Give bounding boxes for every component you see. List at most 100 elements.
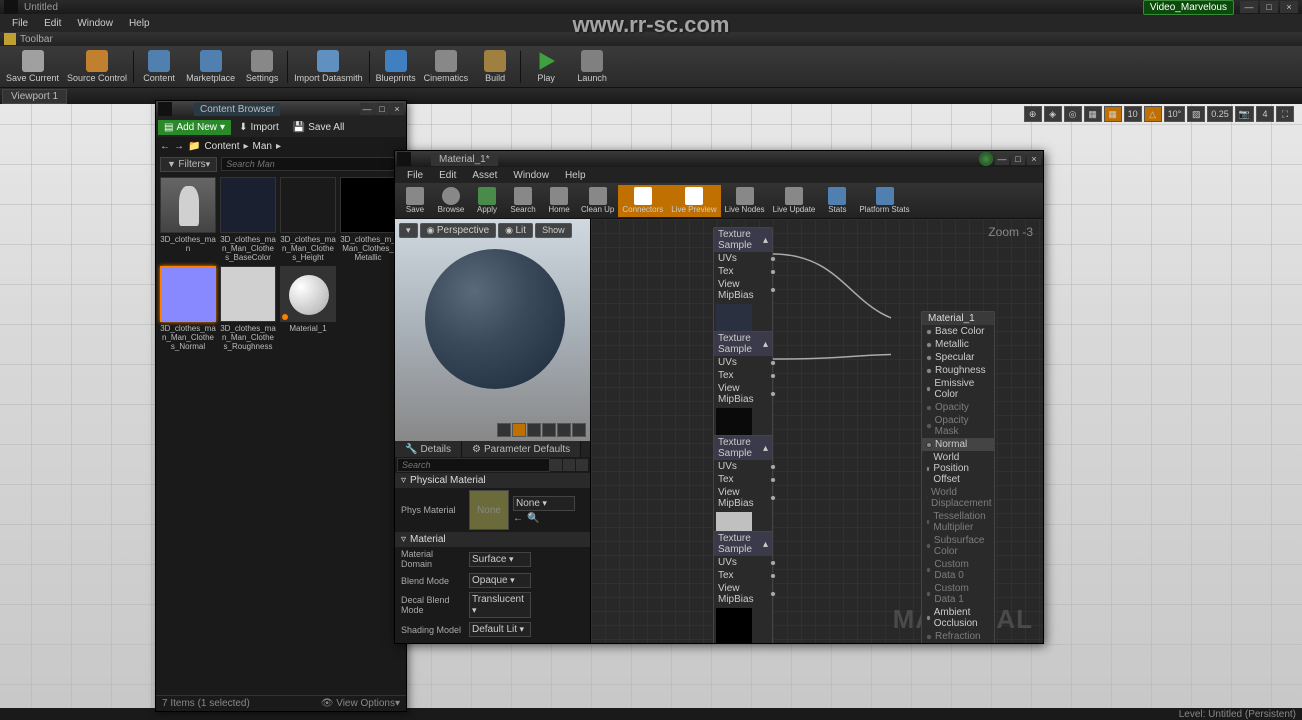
me-menu-file[interactable]: File (399, 170, 431, 181)
shape-mesh-button[interactable] (557, 423, 571, 437)
shape-sphere-button[interactable] (512, 423, 526, 437)
asset-item[interactable]: 3D_clothes_man_Man_Clothes_Normal (160, 266, 216, 351)
save-current-button[interactable]: Save Current (2, 48, 63, 86)
details-search-input[interactable] (397, 458, 550, 472)
texture-sample-node[interactable]: Texture Sample▴ UVs Tex View MipBias (713, 331, 773, 447)
me-stats-button[interactable]: Stats (819, 185, 855, 217)
decal-blend-dropdown[interactable]: Translucent ▾ (469, 592, 531, 618)
search-eye-icon[interactable] (563, 459, 575, 471)
me-apply-button[interactable]: Apply (469, 185, 505, 217)
marketplace-button[interactable]: Marketplace (182, 48, 239, 86)
shape-plane-button[interactable] (527, 423, 541, 437)
maximize-button[interactable]: □ (1260, 1, 1278, 13)
me-close-button[interactable]: × (1027, 153, 1041, 165)
play-button[interactable]: Play (523, 48, 569, 86)
cb-maximize-button[interactable]: □ (375, 103, 389, 115)
phys-back-icon[interactable]: ← (513, 513, 523, 524)
cb-tab[interactable]: Content Browser (194, 103, 280, 116)
settings-button[interactable]: Settings (239, 48, 285, 86)
material-domain-dropdown[interactable]: Surface ▾ (469, 552, 531, 567)
cb-close-button[interactable]: × (390, 103, 404, 115)
path-back-button[interactable]: ← (160, 141, 170, 152)
me-minimize-button[interactable]: — (995, 153, 1009, 165)
menu-help[interactable]: Help (121, 18, 158, 29)
me-cleanup-button[interactable]: Clean Up (577, 185, 618, 217)
me-connectors-button[interactable]: Connectors (618, 185, 667, 217)
import-datasmith-button[interactable]: Import Datasmith (290, 48, 367, 86)
vp-grid-snap-toggle[interactable]: ▦ (1104, 106, 1122, 122)
details-tab[interactable]: 🔧Details (395, 441, 462, 457)
asset-item[interactable]: 3D_clothes_man_Man_Clothes_Height (280, 177, 336, 262)
content-button[interactable]: Content (136, 48, 182, 86)
filters-button[interactable]: ▼ Filters▾ (160, 157, 217, 172)
vp-camera-speed-value[interactable]: 4 (1256, 106, 1274, 122)
params-tab[interactable]: ⚙Parameter Defaults (462, 441, 581, 457)
asset-item[interactable]: Material_1 (280, 266, 336, 351)
phys-material-swatch[interactable]: None (469, 490, 509, 530)
me-menu-help[interactable]: Help (557, 170, 594, 181)
material-graph[interactable]: Zoom -3 MATERIAL Texture Sample▴ UVs Tex… (591, 219, 1043, 643)
add-new-button[interactable]: ▤ Add New ▾ (158, 120, 231, 135)
me-maximize-button[interactable]: □ (1011, 153, 1025, 165)
vp-pilot-icon[interactable]: ⊕ (1024, 106, 1042, 122)
vp-angle-snap-value[interactable]: 10° (1164, 106, 1186, 122)
texture-sample-node[interactable]: Texture Sample▴ UVs Tex View MipBias (713, 531, 773, 643)
source-control-button[interactable]: Source Control (63, 48, 131, 86)
asset-item[interactable]: 3D_clothes_man (160, 177, 216, 262)
vp-scale-snap-value[interactable]: 0.25 (1207, 106, 1233, 122)
perspective-button[interactable]: ◉ Perspective (420, 223, 497, 238)
vp-grid-snap-value[interactable]: 10 (1124, 106, 1142, 122)
cb-minimize-button[interactable]: — (360, 103, 374, 115)
shading-model-dropdown[interactable]: Default Lit ▾ (469, 622, 531, 637)
me-live-preview-button[interactable]: Live Preview (667, 185, 720, 217)
material-output-node[interactable]: Material_1 Base Color Metallic Specular … (921, 311, 995, 643)
build-button[interactable]: Build (472, 48, 518, 86)
menu-edit[interactable]: Edit (36, 18, 69, 29)
lit-button[interactable]: ◉ Lit (498, 223, 533, 238)
me-home-button[interactable]: Home (541, 185, 577, 217)
preview-menu-button[interactable]: ▾ (399, 223, 418, 238)
menu-file[interactable]: File (4, 18, 36, 29)
crumb-content[interactable]: Content (204, 141, 239, 152)
me-menu-window[interactable]: Window (505, 170, 557, 181)
me-live-update-button[interactable]: Live Update (769, 185, 820, 217)
save-all-button[interactable]: 💾 Save All (287, 120, 351, 135)
phys-material-dropdown[interactable]: None ▾ (513, 496, 575, 511)
viewport-tab[interactable]: Viewport 1 (2, 89, 67, 104)
texture-sample-node[interactable]: Texture Sample▴ UVs Tex View MipBias (713, 227, 773, 343)
blend-mode-dropdown[interactable]: Opaque ▾ (469, 573, 531, 588)
vp-show-icon[interactable]: ◎ (1064, 106, 1082, 122)
me-menu-edit[interactable]: Edit (431, 170, 464, 181)
show-button[interactable]: Show (535, 223, 572, 238)
asset-item[interactable]: 3D_clothes_m_Man_Clothes_Metallic (340, 177, 396, 262)
physical-material-header[interactable]: ▿ Physical Material (395, 473, 590, 488)
me-preview-viewport[interactable]: ▾ ◉ Perspective ◉ Lit Show (395, 219, 590, 441)
phys-browse-icon[interactable]: 🔍 (527, 513, 539, 524)
cinematics-button[interactable]: Cinematics (420, 48, 473, 86)
vp-maximize-button[interactable]: ⛶ (1276, 106, 1294, 122)
vp-realtime-icon[interactable]: ▦ (1084, 106, 1102, 122)
vp-camera-speed-icon[interactable]: 📷 (1235, 106, 1254, 122)
vp-angle-snap-toggle[interactable]: △ (1144, 106, 1162, 122)
menu-window[interactable]: Window (69, 18, 121, 29)
vp-scale-snap-toggle[interactable]: ▨ (1187, 106, 1205, 122)
vp-surface-icon[interactable]: ◈ (1044, 106, 1062, 122)
view-options-button[interactable]: 👁 View Options▾ (321, 698, 400, 709)
material-section-header[interactable]: ▿ Material (395, 532, 590, 547)
me-platform-stats-button[interactable]: Platform Stats (855, 185, 913, 217)
shape-cube-button[interactable] (542, 423, 556, 437)
source-status-badge[interactable]: Video_Marvelous (1143, 0, 1234, 15)
import-button[interactable]: ⬇ Import (233, 120, 285, 135)
close-button[interactable]: × (1280, 1, 1298, 13)
cb-search-input[interactable] (221, 157, 402, 171)
blueprints-button[interactable]: Blueprints (372, 48, 420, 86)
launch-button[interactable]: Launch (569, 48, 615, 86)
asset-item[interactable]: 3D_clothes_man_Man_Clothes_Roughness (220, 266, 276, 351)
me-search-button[interactable]: Search (505, 185, 541, 217)
shape-cylinder-button[interactable] (497, 423, 511, 437)
asset-item[interactable]: 3D_clothes_man_Man_Clothes_BaseColor (220, 177, 276, 262)
me-menu-asset[interactable]: Asset (464, 170, 505, 181)
me-tab[interactable]: Material_1* (431, 153, 498, 166)
me-browse-button[interactable]: Browse (433, 185, 469, 217)
search-opt-icon[interactable] (550, 459, 562, 471)
